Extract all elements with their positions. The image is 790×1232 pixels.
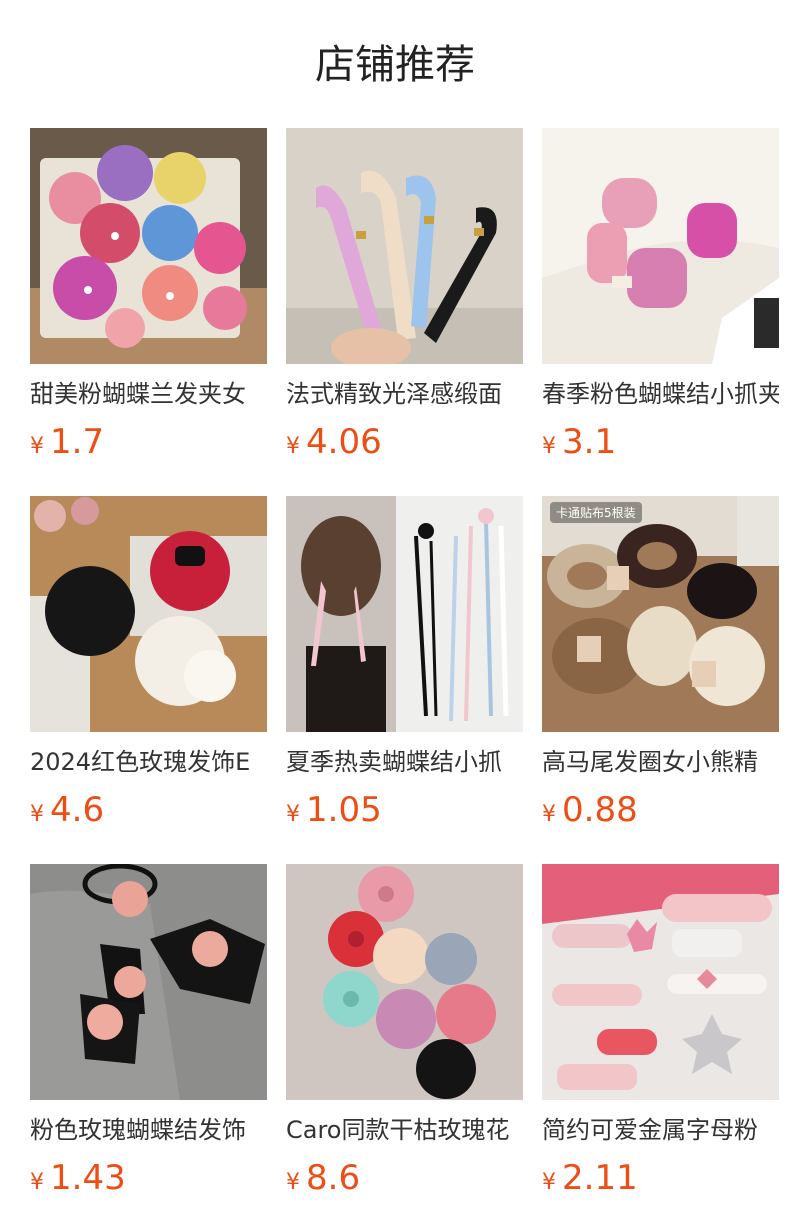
satin-headbands-image bbox=[286, 128, 523, 364]
product-title[interactable]: Caro同款干枯玫瑰花 bbox=[286, 1114, 523, 1146]
product-title[interactable]: 粉色玫瑰蝴蝶结发饰 bbox=[30, 1114, 267, 1146]
product-price: ¥2.11 bbox=[542, 1158, 779, 1198]
product-title[interactable]: 法式精致光泽感缎面 bbox=[286, 378, 523, 410]
price-value: 1.7 bbox=[50, 422, 105, 462]
product-image[interactable] bbox=[542, 128, 779, 364]
currency-symbol: ¥ bbox=[286, 1170, 300, 1195]
product-image[interactable] bbox=[286, 496, 523, 732]
product-price: ¥0.88 bbox=[542, 790, 779, 830]
section-title: 店铺推荐 bbox=[315, 42, 475, 88]
product-image[interactable]: 卡通贴布5根装 bbox=[542, 496, 779, 732]
product-tag: 卡通贴布5根装 bbox=[550, 502, 642, 523]
currency-symbol: ¥ bbox=[30, 434, 44, 459]
product-price: ¥4.6 bbox=[30, 790, 267, 830]
price-value: 2.11 bbox=[562, 1158, 638, 1198]
currency-symbol: ¥ bbox=[542, 1170, 556, 1195]
product-image[interactable] bbox=[286, 128, 523, 364]
price-value: 0.88 bbox=[562, 790, 638, 830]
product-card[interactable]: Caro同款干枯玫瑰花 ¥8.6 bbox=[286, 864, 523, 1232]
product-price: ¥8.6 bbox=[286, 1158, 523, 1198]
scrunchies-image bbox=[542, 496, 779, 732]
product-card[interactable]: 2024红色玫瑰发饰E ¥4.6 bbox=[30, 496, 267, 864]
product-grid: 甜美粉蝴蝶兰发夹女 ¥1.7 法式精致光泽感缎面 ¥4.06 春季粉色蝴蝶结小抓… bbox=[30, 128, 780, 1232]
product-card[interactable]: 法式精致光泽感缎面 ¥4.06 bbox=[286, 128, 523, 496]
product-card[interactable]: 甜美粉蝴蝶兰发夹女 ¥1.7 bbox=[30, 128, 267, 496]
currency-symbol: ¥ bbox=[286, 802, 300, 827]
product-image[interactable] bbox=[542, 864, 779, 1100]
camellia-flower-clips-image bbox=[286, 864, 523, 1100]
product-title[interactable]: 春季粉色蝴蝶结小抓夹 bbox=[542, 378, 779, 410]
currency-symbol: ¥ bbox=[542, 802, 556, 827]
pink-bow-claw-clips-image bbox=[542, 128, 779, 364]
currency-symbol: ¥ bbox=[30, 802, 44, 827]
product-title[interactable]: 2024红色玫瑰发饰E bbox=[30, 746, 267, 778]
rose-hair-accessories-image bbox=[30, 496, 267, 732]
product-card[interactable]: 夏季热卖蝴蝶结小抓 ¥1.05 bbox=[286, 496, 523, 864]
price-value: 4.6 bbox=[50, 790, 105, 830]
product-image[interactable] bbox=[30, 496, 267, 732]
currency-symbol: ¥ bbox=[542, 434, 556, 459]
product-price: ¥1.05 bbox=[286, 790, 523, 830]
product-card[interactable]: 粉色玫瑰蝴蝶结发饰 ¥1.43 bbox=[30, 864, 267, 1232]
product-image[interactable] bbox=[30, 864, 267, 1100]
product-card[interactable]: 卡通贴布5根装 高马尾发圈女小熊精 ¥0.88 bbox=[542, 496, 779, 864]
product-card[interactable]: 简约可爱金属字母粉 ¥2.11 bbox=[542, 864, 779, 1232]
rose-bow-hair-ties-image bbox=[30, 864, 267, 1100]
currency-symbol: ¥ bbox=[30, 1170, 44, 1195]
ribbon-bow-clips-image bbox=[286, 496, 523, 732]
price-value: 1.05 bbox=[306, 790, 382, 830]
product-image[interactable] bbox=[30, 128, 267, 364]
price-value: 1.43 bbox=[50, 1158, 126, 1198]
product-card[interactable]: 春季粉色蝴蝶结小抓夹 ¥3.1 bbox=[542, 128, 779, 496]
product-title[interactable]: 简约可爱金属字母粉 bbox=[542, 1114, 779, 1146]
price-value: 3.1 bbox=[562, 422, 617, 462]
orchid-hair-clips-image bbox=[30, 128, 267, 364]
price-value: 4.06 bbox=[306, 422, 382, 462]
price-value: 8.6 bbox=[306, 1158, 361, 1198]
product-title[interactable]: 高马尾发圈女小熊精 bbox=[542, 746, 779, 778]
product-title[interactable]: 夏季热卖蝴蝶结小抓 bbox=[286, 746, 523, 778]
pink-metal-letter-clips-image bbox=[542, 864, 779, 1100]
product-price: ¥4.06 bbox=[286, 422, 523, 462]
product-title[interactable]: 甜美粉蝴蝶兰发夹女 bbox=[30, 378, 267, 410]
currency-symbol: ¥ bbox=[286, 434, 300, 459]
product-price: ¥1.43 bbox=[30, 1158, 267, 1198]
product-image[interactable] bbox=[286, 864, 523, 1100]
product-price: ¥1.7 bbox=[30, 422, 267, 462]
product-price: ¥3.1 bbox=[542, 422, 779, 462]
